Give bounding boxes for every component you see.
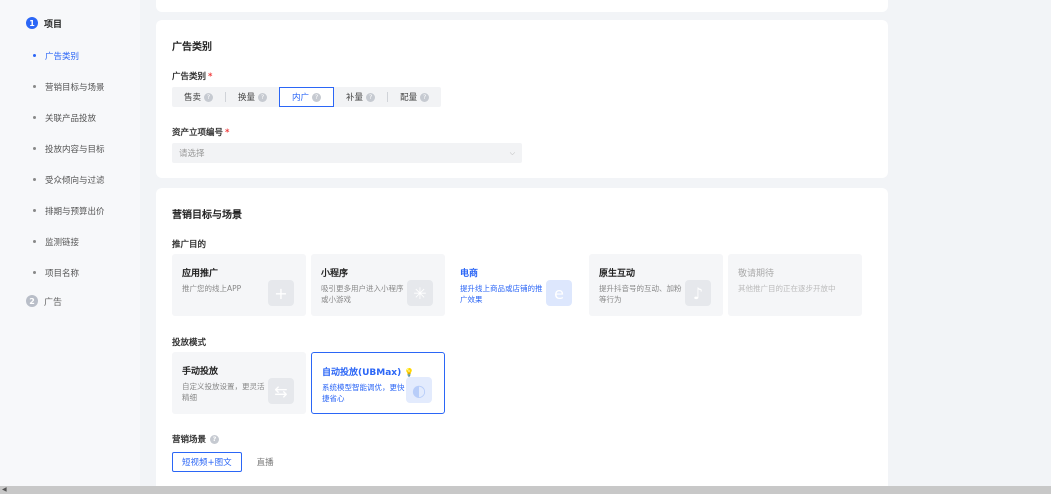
tile-title: 敬请期待 bbox=[738, 269, 775, 279]
horizontal-scrollbar[interactable]: ◀ bbox=[0, 486, 1051, 494]
ad-category-option-sell[interactable]: 售卖? bbox=[172, 87, 225, 107]
help-icon[interactable]: ? bbox=[258, 92, 268, 102]
auto-mode-icon: ◐ bbox=[406, 377, 432, 403]
help-icon[interactable]: ? bbox=[366, 92, 376, 102]
bullet-dot bbox=[33, 116, 36, 119]
purpose-label: 推广目的 bbox=[172, 240, 207, 250]
scene-label: 营销场景? bbox=[172, 433, 220, 445]
step-ad[interactable]: 2 广告 bbox=[0, 292, 140, 310]
sidebar-item-label: 投放内容与目标 bbox=[45, 144, 105, 155]
shopping-bag-icon: e bbox=[546, 280, 572, 306]
step-title-project: 项目 bbox=[44, 19, 63, 30]
sidebar-item-content-target[interactable]: 投放内容与目标 bbox=[0, 133, 140, 164]
ad-category-option-supplement[interactable]: 补量? bbox=[334, 87, 387, 107]
sidebar-item-label: 受众倾向与过滤 bbox=[45, 175, 105, 186]
sidebar-item-ad-category[interactable]: 广告类别 bbox=[0, 40, 140, 71]
plus-icon: + bbox=[268, 280, 294, 306]
scene-tab-short-video[interactable]: 短视频+图文 bbox=[172, 452, 242, 472]
help-icon[interactable]: ? bbox=[312, 92, 322, 102]
purpose-tile-app[interactable]: 应用推广 推广您的线上APP + bbox=[172, 254, 306, 316]
tile-title: 小程序 bbox=[321, 269, 349, 279]
help-icon[interactable]: ? bbox=[420, 92, 430, 102]
marketing-card: 营销目标与场景 推广目的 应用推广 推广您的线上APP + 小程序 吸引更多用户… bbox=[156, 188, 888, 488]
ad-category-segmented: 售卖? 换量? 内广? 补量? 配量? bbox=[172, 87, 442, 107]
previous-section-card bbox=[156, 0, 888, 12]
mode-tile-auto-ubmax[interactable]: 自动投放(UBMax) 💡 系统模型智能调优，更快捷省心 ◐ bbox=[311, 352, 445, 414]
bullet-dot bbox=[33, 85, 36, 88]
tile-desc: 吸引更多用户进入小程序或小游戏 bbox=[321, 284, 404, 304]
required-mark: * bbox=[225, 128, 230, 138]
ad-category-option-internal[interactable]: 内广? bbox=[279, 87, 335, 107]
mini-program-icon: ✳ bbox=[407, 280, 433, 306]
tile-desc: 推广您的线上APP bbox=[182, 284, 242, 293]
mode-tile-manual[interactable]: 手动投放 自定义投放设置，更灵活精细 ⇆ bbox=[172, 352, 306, 414]
sidebar-item-label: 关联产品投放 bbox=[45, 113, 97, 124]
scene-tab-live[interactable]: 直播 bbox=[248, 452, 283, 472]
step-sidebar: 1 项目 广告类别 营销目标与场景 关联产品投放 投放内容与目标 受众倾向与过滤… bbox=[0, 0, 140, 486]
tile-title: 自动投放(UBMax) 💡 bbox=[322, 368, 415, 378]
bullet-dot bbox=[33, 54, 36, 57]
tile-title: 应用推广 bbox=[182, 269, 219, 279]
bullet-dot bbox=[33, 271, 36, 274]
purpose-tile-mini-program[interactable]: 小程序 吸引更多用户进入小程序或小游戏 ✳ bbox=[311, 254, 445, 316]
ad-category-option-allocation[interactable]: 配量? bbox=[388, 87, 441, 107]
sidebar-item-label: 营销目标与场景 bbox=[45, 82, 105, 93]
tile-desc: 其他推广目的正在逐步开放中 bbox=[738, 284, 836, 293]
sidebar-item-label: 项目名称 bbox=[45, 268, 80, 279]
sidebar-item-label: 监测链接 bbox=[45, 237, 80, 248]
purpose-tile-coming-soon: 敬请期待 其他推广目的正在逐步开放中 bbox=[728, 254, 862, 316]
step-number-1: 1 bbox=[26, 17, 38, 29]
scroll-left-arrow-icon[interactable]: ◀ bbox=[2, 486, 7, 494]
ad-category-option-exchange[interactable]: 换量? bbox=[226, 87, 279, 107]
bullet-dot bbox=[33, 240, 36, 243]
scene-tabs: 短视频+图文 直播 bbox=[172, 452, 283, 472]
required-mark: * bbox=[208, 72, 213, 82]
section-title-ad-category: 广告类别 bbox=[172, 42, 212, 53]
step-title-ad: 广告 bbox=[44, 297, 63, 308]
help-icon[interactable]: ? bbox=[210, 434, 220, 444]
sidebar-item-project-name[interactable]: 项目名称 bbox=[0, 257, 140, 288]
purpose-tile-ecommerce[interactable]: 电商 提升线上商品或店铺的推广效果 e bbox=[450, 254, 584, 316]
asset-id-placeholder: 请选择 bbox=[179, 149, 205, 159]
sidebar-item-related-product[interactable]: 关联产品投放 bbox=[0, 102, 140, 133]
tiktok-icon: ♪ bbox=[685, 280, 711, 306]
sidebar-item-schedule-budget[interactable]: 排期与预算出价 bbox=[0, 195, 140, 226]
mode-label: 投放模式 bbox=[172, 338, 207, 348]
sidebar-item-audience[interactable]: 受众倾向与过滤 bbox=[0, 164, 140, 195]
sidebar-item-tracking-link[interactable]: 监测链接 bbox=[0, 226, 140, 257]
asset-id-label: 资产立项编号 * bbox=[172, 128, 230, 138]
bullet-dot bbox=[33, 178, 36, 181]
help-icon[interactable]: ? bbox=[204, 92, 214, 102]
manual-settings-icon: ⇆ bbox=[268, 378, 294, 404]
tile-title: 电商 bbox=[460, 269, 479, 279]
bullet-dot bbox=[33, 147, 36, 150]
tile-desc: 提升抖音号的互动、加粉等行为 bbox=[599, 284, 682, 304]
asset-id-select[interactable]: 请选择 ⌵ bbox=[172, 143, 522, 163]
step-number-2: 2 bbox=[26, 295, 38, 307]
ad-category-card: 广告类别 广告类别 * 售卖? 换量? 内广? 补量? 配量? 资产立项编号 * 请… bbox=[156, 20, 888, 178]
bullet-dot bbox=[33, 209, 36, 212]
sidebar-item-marketing-goal[interactable]: 营销目标与场景 bbox=[0, 71, 140, 102]
purpose-tile-native-interaction[interactable]: 原生互动 提升抖音号的互动、加粉等行为 ♪ bbox=[589, 254, 723, 316]
tile-desc: 系统模型智能调优，更快捷省心 bbox=[322, 383, 405, 403]
tile-title: 原生互动 bbox=[599, 269, 636, 279]
ad-category-label: 广告类别 * bbox=[172, 72, 213, 82]
chevron-down-icon: ⌵ bbox=[509, 148, 515, 157]
section-title-marketing: 营销目标与场景 bbox=[172, 210, 242, 221]
lightbulb-icon: 💡 bbox=[404, 368, 415, 377]
tile-desc: 提升线上商品或店铺的推广效果 bbox=[460, 284, 543, 304]
tile-title: 手动投放 bbox=[182, 367, 219, 377]
step-project[interactable]: 1 项目 bbox=[0, 14, 140, 32]
sidebar-item-label: 排期与预算出价 bbox=[45, 206, 105, 217]
sidebar-item-label: 广告类别 bbox=[45, 51, 80, 62]
tile-desc: 自定义投放设置，更灵活精细 bbox=[182, 382, 265, 402]
